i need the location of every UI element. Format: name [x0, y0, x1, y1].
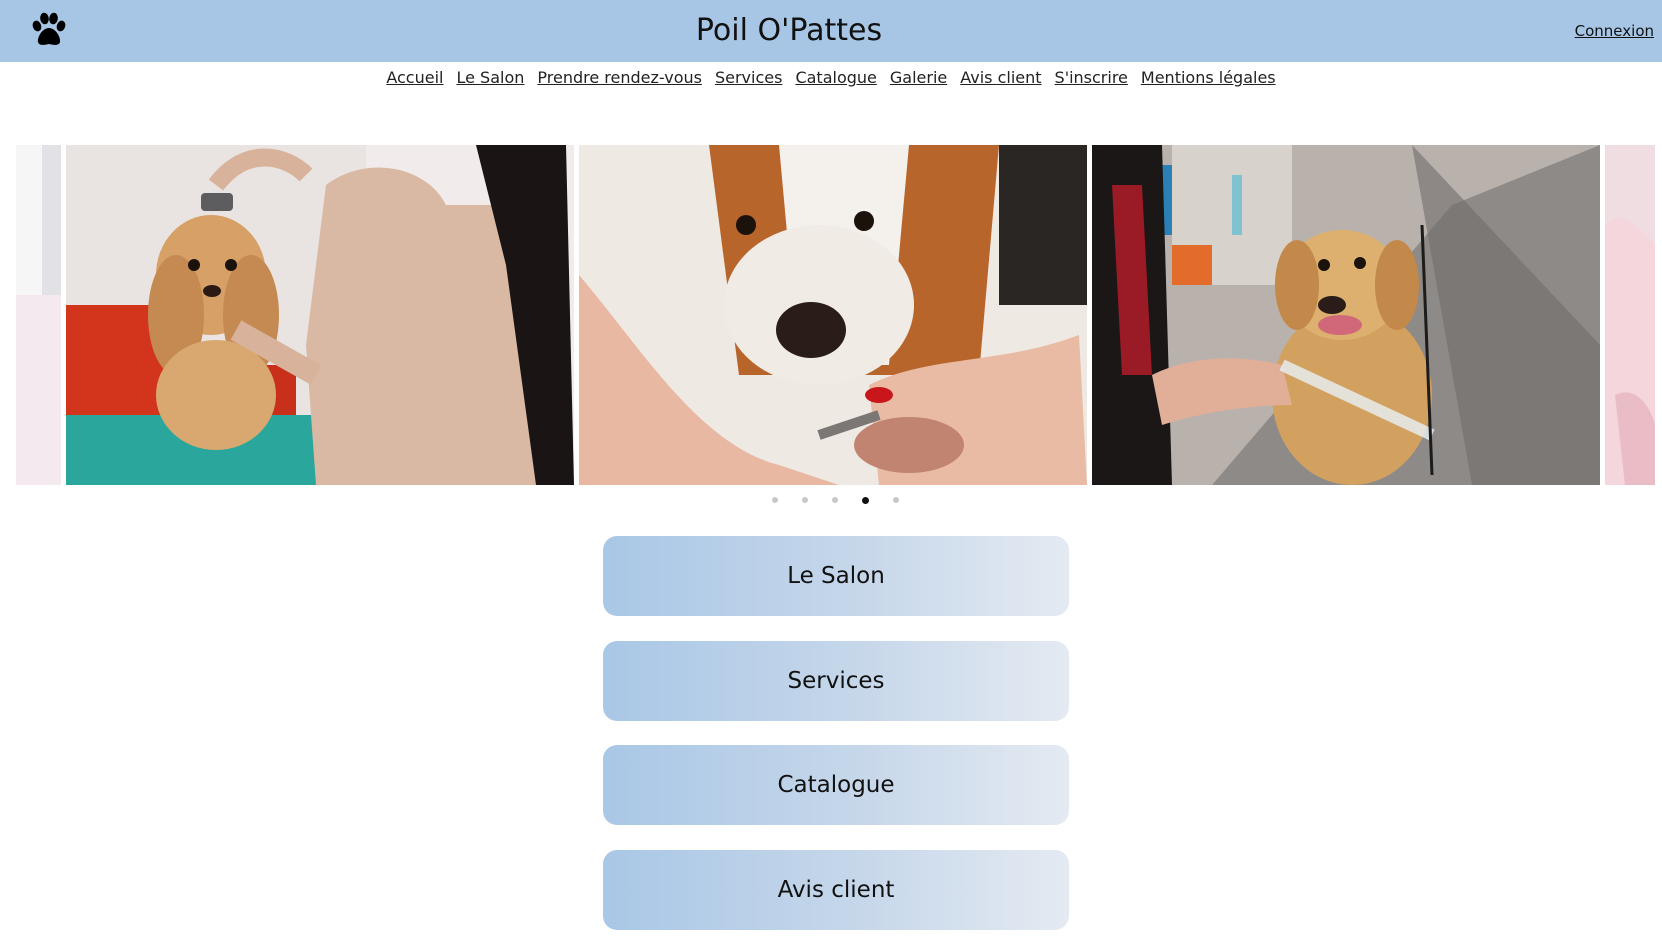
carousel-dot-4-active[interactable] — [862, 497, 869, 504]
carousel-dot-3[interactable] — [832, 497, 838, 503]
avis-client-button[interactable]: Avis client — [603, 850, 1069, 930]
nav-item-mentions-legales[interactable]: Mentions légales — [1141, 67, 1276, 89]
carousel-slide-partial-right — [1605, 145, 1655, 485]
carousel-dot-2[interactable] — [802, 497, 808, 503]
carousel-dot-5[interactable] — [893, 497, 899, 503]
carousel-slide-golden-shower — [1092, 145, 1600, 485]
nav-item-catalogue[interactable]: Catalogue — [795, 67, 876, 89]
nav-item-galerie[interactable]: Galerie — [890, 67, 947, 89]
carousel-slide-nail-trimming — [579, 145, 1087, 485]
nav-item-le-salon[interactable]: Le Salon — [456, 67, 524, 89]
login-link[interactable]: Connexion — [1575, 20, 1654, 42]
le-salon-button[interactable]: Le Salon — [603, 536, 1069, 616]
nav-item-prendre-rendez-vous[interactable]: Prendre rendez-vous — [537, 67, 702, 89]
carousel-slide-partial-left — [16, 145, 61, 485]
catalogue-button[interactable]: Catalogue — [603, 745, 1069, 825]
nav-item-services[interactable]: Services — [715, 67, 782, 89]
nav-item-avis-client[interactable]: Avis client — [960, 67, 1041, 89]
header-bar: Poil O'Pattes Connexion — [0, 0, 1662, 62]
site-title: Poil O'Pattes — [695, 13, 883, 48]
nav-item-sinscrire[interactable]: S'inscrire — [1055, 67, 1128, 89]
image-carousel[interactable] — [0, 145, 1662, 485]
nav-item-accueil[interactable]: Accueil — [386, 67, 443, 89]
main-nav: Accueil Le Salon Prendre rendez-vous Ser… — [0, 67, 1662, 89]
services-button[interactable]: Services — [603, 641, 1069, 721]
carousel-slide-cocker-grooming — [66, 145, 574, 485]
carousel-dot-1[interactable] — [772, 497, 778, 503]
carousel-indicators — [772, 495, 899, 505]
